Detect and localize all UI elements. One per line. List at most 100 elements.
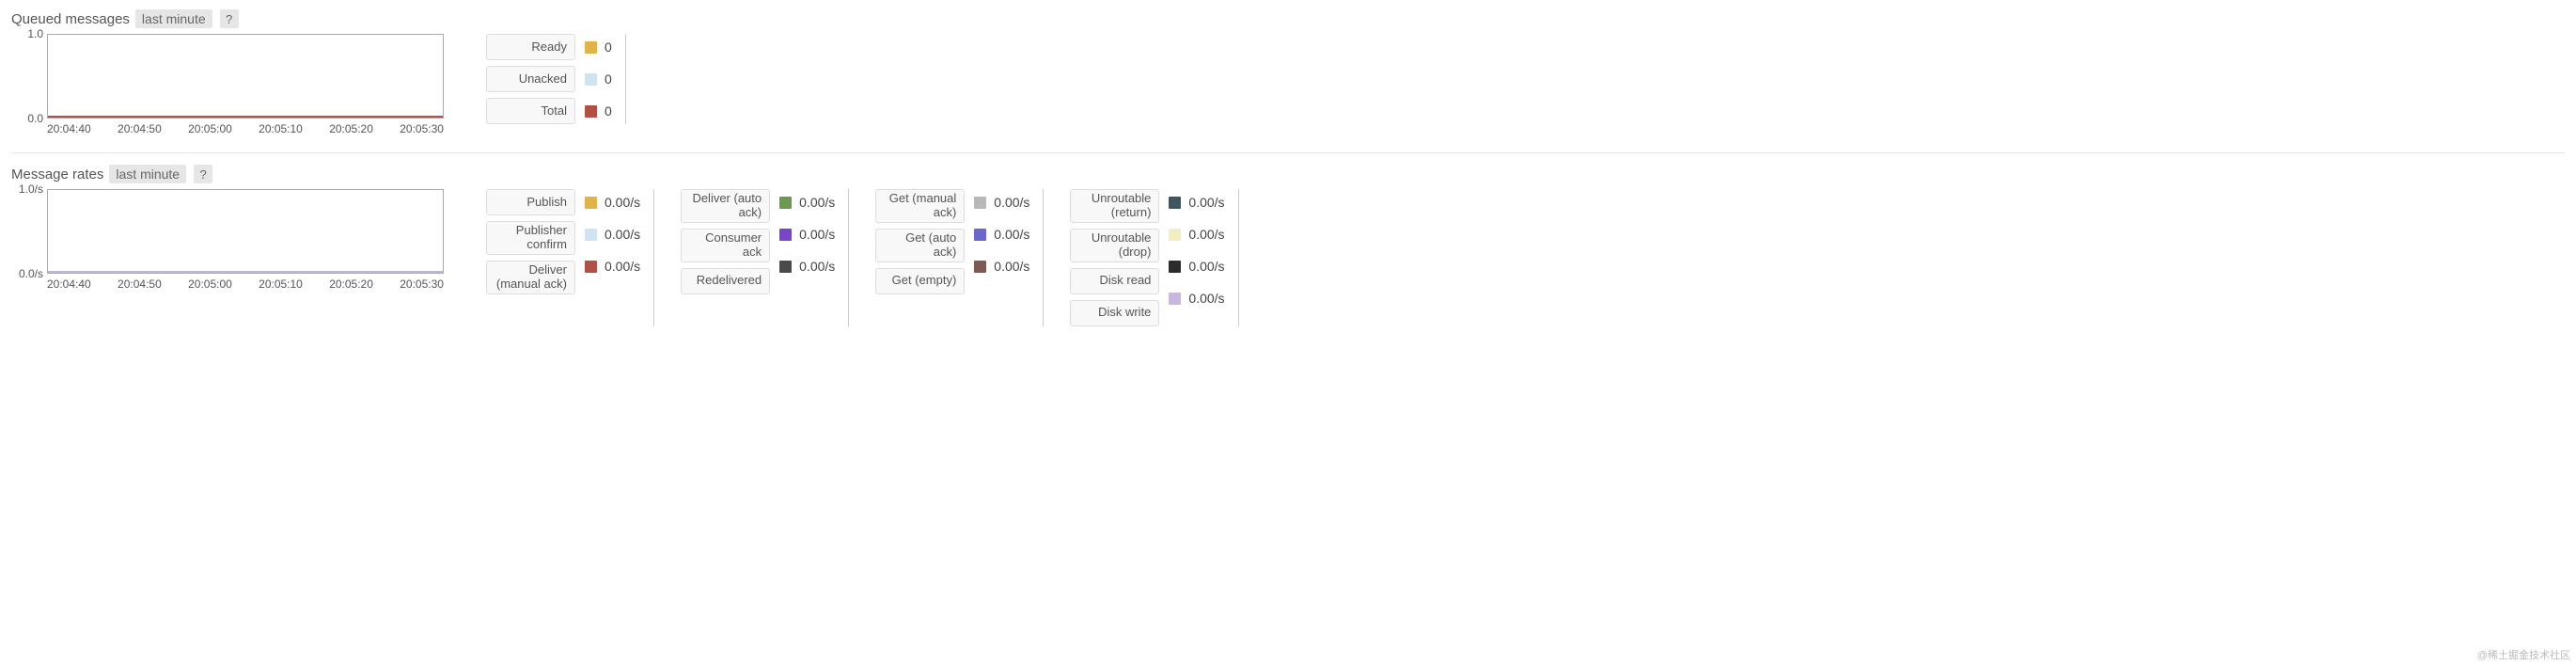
help-icon[interactable]: ? <box>194 165 212 183</box>
legend-value-row: 0.00/s <box>1169 285 1224 311</box>
x-tick: 20:05:00 <box>188 278 232 291</box>
legend-swatch-icon <box>974 197 986 209</box>
x-tick: 20:04:40 <box>47 278 91 291</box>
section-body: 1.0 0.0 20:04:4020:04:5020:05:0020:05:10… <box>11 34 2565 135</box>
legend-value-row: 0.00/s <box>585 189 640 215</box>
section-title: Queued messages <box>11 11 130 27</box>
legend-value-row: 0.00/s <box>1169 221 1224 247</box>
section-header: Queued messages last minute ? <box>11 9 2565 28</box>
legend-label[interactable]: Unacked <box>486 66 575 92</box>
legend-swatch-icon <box>585 105 597 118</box>
legend-swatch-icon <box>585 229 597 241</box>
legend-label[interactable]: Deliver (manual ack) <box>486 261 575 294</box>
legend-swatch-icon <box>974 261 986 273</box>
section-body: 1.0/s 0.0/s 20:04:40 20:04:50 20:05:00 20:0… <box>11 189 2565 326</box>
legend-label[interactable]: Get (empty) <box>875 268 965 294</box>
legend-value: 0.00/s <box>994 259 1029 274</box>
chart-plot-area[interactable] <box>47 34 444 119</box>
section-title: Message rates <box>11 166 103 182</box>
legend-group: Get (manual ack) Get (auto ack) Get (empty… <box>875 189 1044 326</box>
y-tick: 0.0 <box>27 112 43 125</box>
chart-line-total <box>48 116 443 118</box>
legend-label[interactable]: Total <box>486 98 575 124</box>
legend-label[interactable]: Publisher confirm <box>486 221 575 255</box>
legend-value: 0.00/s <box>605 259 640 274</box>
x-axis: 20:04:4020:04:5020:05:0020:05:1020:05:20… <box>47 122 444 135</box>
legend-label[interactable]: Disk write <box>1070 300 1159 326</box>
legend-group: Ready Unacked Total 0 0 0 <box>486 34 626 124</box>
legend-value: 0.00/s <box>799 259 835 274</box>
y-axis: 1.0/s 0.0/s <box>11 189 47 274</box>
x-tick: 20:05:30 <box>400 122 444 135</box>
watermark: @稀土掘金技术社区 <box>2477 647 2570 662</box>
legend-swatch-icon <box>585 73 597 86</box>
legend-value: 0.00/s <box>1188 227 1224 242</box>
chart-line-flat <box>48 271 443 273</box>
legend-value: 0 <box>605 71 612 87</box>
chart-rates: 1.0/s 0.0/s 20:04:40 20:04:50 20:05:00 20:0… <box>11 189 444 291</box>
legend-swatch-icon <box>1169 293 1181 305</box>
time-range-tag[interactable]: last minute <box>135 9 212 28</box>
legend-value: 0.00/s <box>994 227 1029 242</box>
legend-label[interactable]: Unroutable (return) <box>1070 189 1159 223</box>
legend-value: 0.00/s <box>799 227 835 242</box>
legend-value: 0.00/s <box>605 195 640 210</box>
legend-value: 0.00/s <box>1188 291 1224 306</box>
time-range-tag[interactable]: last minute <box>109 165 186 183</box>
x-tick: 20:05:30 <box>400 278 444 291</box>
legend-label[interactable]: Redelivered <box>681 268 770 294</box>
section-message-rates: Message rates last minute ? 1.0/s 0.0/s … <box>11 165 2565 343</box>
y-tick: 1.0/s <box>19 182 43 196</box>
x-tick: 20:04:50 <box>118 122 162 135</box>
y-tick: 1.0 <box>27 27 43 40</box>
legend-swatch-icon <box>1169 197 1181 209</box>
legend-area: Publish Publisher confirm Deliver (manual … <box>486 189 1239 326</box>
legend-value-row: 0.00/s <box>974 253 1029 279</box>
legend-value-row: 0.00/s <box>1169 189 1224 215</box>
legend-value: 0.00/s <box>605 227 640 242</box>
section-header: Message rates last minute ? <box>11 165 2565 183</box>
legend-swatch-icon <box>1169 229 1181 241</box>
legend-label[interactable]: Deliver (auto ack) <box>681 189 770 223</box>
legend-label[interactable]: Publish <box>486 189 575 215</box>
legend-value-row: 0.00/s <box>779 189 835 215</box>
legend-value-row: 0.00/s <box>585 253 640 279</box>
legend-label[interactable]: Ready <box>486 34 575 60</box>
legend-label[interactable]: Disk read <box>1070 268 1159 294</box>
legend-swatch-icon <box>585 41 597 54</box>
legend-value-row: 0.00/s <box>779 253 835 279</box>
legend-value: 0.00/s <box>799 195 835 210</box>
legend-value-row: 0.00/s <box>779 221 835 247</box>
x-tick: 20:05:00 <box>188 122 232 135</box>
legend-swatch-icon <box>974 229 986 241</box>
legend-value-row: 0 <box>585 98 612 124</box>
x-tick: 20:04:50 <box>118 278 162 291</box>
legend-label[interactable]: Consumer ack <box>681 229 770 262</box>
legend-value: 0.00/s <box>994 195 1029 210</box>
y-axis: 1.0 0.0 <box>11 34 47 119</box>
x-tick: 20:05:20 <box>329 122 373 135</box>
legend-value-row: 0 <box>585 66 612 92</box>
legend-value: 0 <box>605 40 612 55</box>
legend-label[interactable]: Unroutable (drop) <box>1070 229 1159 262</box>
legend-swatch-icon <box>585 261 597 273</box>
legend-swatch-icon <box>779 197 792 209</box>
y-tick: 0.0/s <box>19 267 43 280</box>
section-queued-messages: Queued messages last minute ? 1.0 0.0 20… <box>11 9 2565 153</box>
legend-value-row: 0.00/s <box>1169 253 1224 279</box>
legend-value-row: 0 <box>585 34 612 60</box>
legend-value: 0.00/s <box>1188 259 1224 274</box>
x-tick: 20:05:10 <box>259 122 303 135</box>
x-tick: 20:05:20 <box>329 278 373 291</box>
legend-swatch-icon <box>779 229 792 241</box>
legend-swatch-icon <box>779 261 792 273</box>
legend-label[interactable]: Get (manual ack) <box>875 189 965 223</box>
legend-value: 0.00/s <box>1188 195 1224 210</box>
legend-swatch-icon <box>1169 261 1181 273</box>
legend-value-row: 0.00/s <box>974 189 1029 215</box>
chart-plot-area[interactable] <box>47 189 444 274</box>
legend-area: Ready Unacked Total 0 0 0 <box>486 34 626 124</box>
legend-group: Unroutable (return) Unroutable (drop) Disk… <box>1070 189 1238 326</box>
legend-label[interactable]: Get (auto ack) <box>875 229 965 262</box>
help-icon[interactable]: ? <box>220 9 239 28</box>
